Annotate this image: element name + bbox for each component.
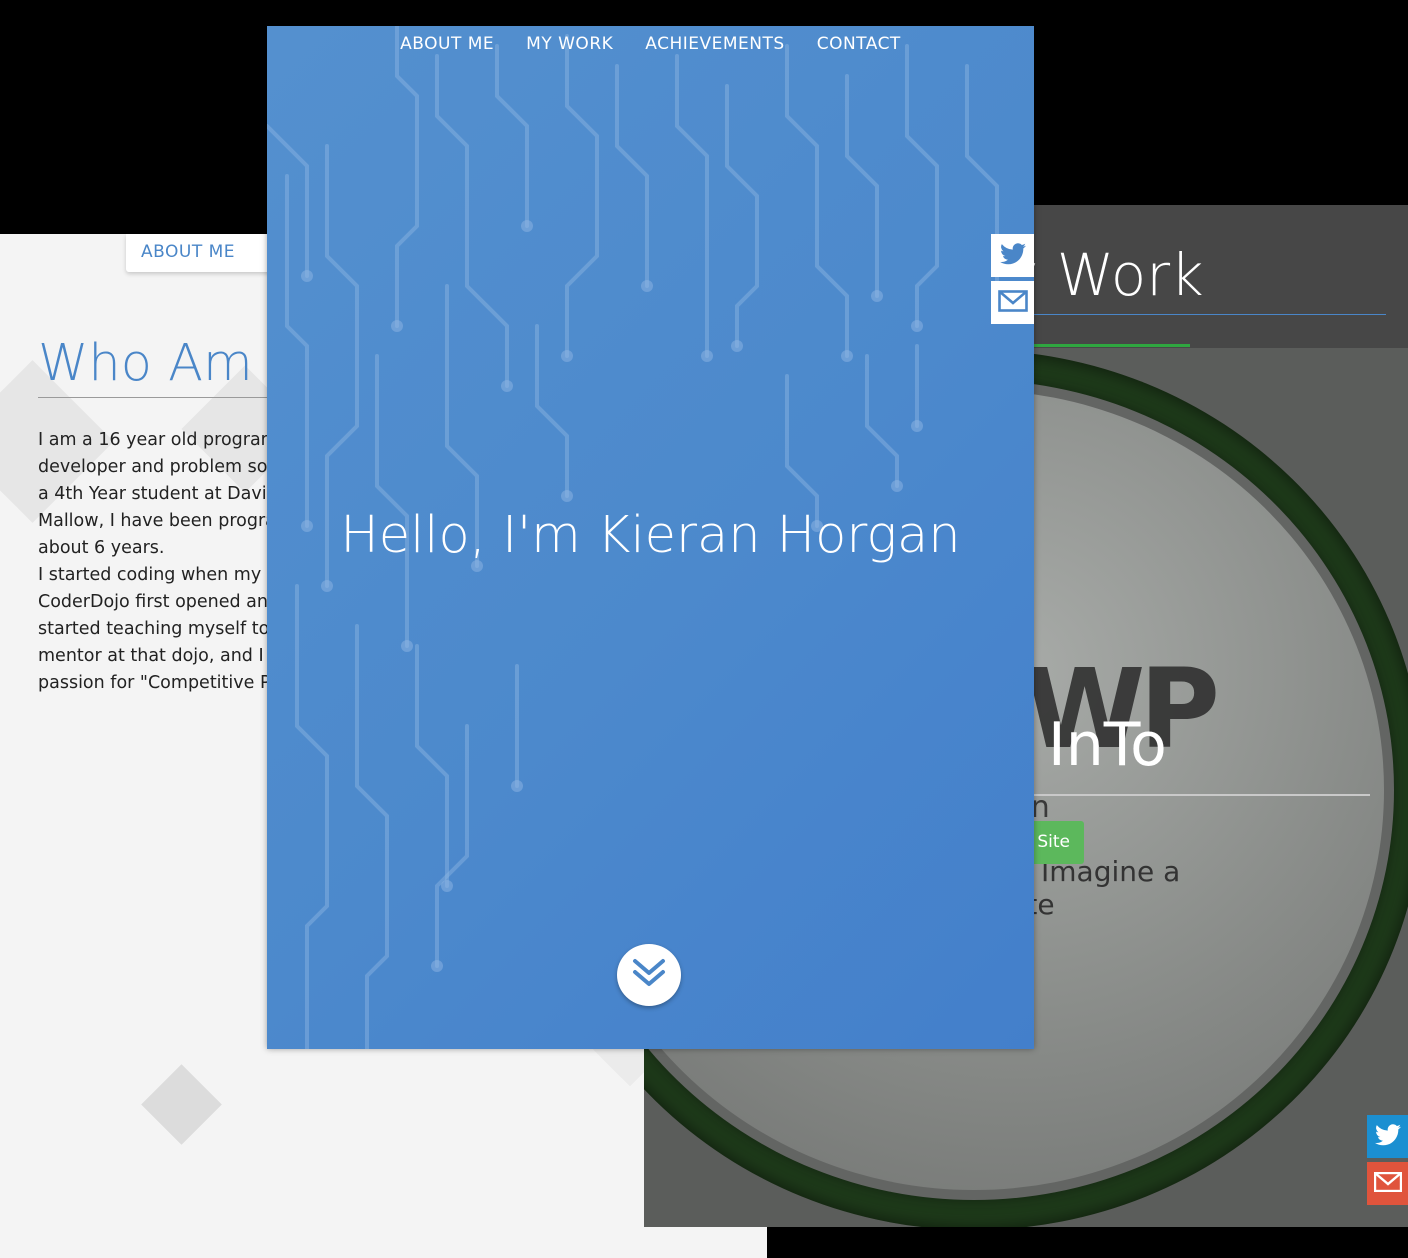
project-title-divider xyxy=(1004,794,1370,796)
nav-about-me[interactable]: ABOUT ME xyxy=(141,242,235,262)
nav-contact[interactable]: CONTACT xyxy=(817,34,901,54)
twitter-icon xyxy=(999,242,1026,269)
work-mail-button[interactable] xyxy=(1367,1162,1408,1205)
twitter-icon xyxy=(1374,1123,1401,1150)
work-title-divider xyxy=(1004,314,1386,315)
hero-twitter-button[interactable] xyxy=(991,234,1034,277)
hero-page: ABOUT ME MY WORK ACHIEVEMENTS CONTACT He… xyxy=(267,26,1034,1049)
project-title: InTo xyxy=(1048,710,1167,780)
mail-icon xyxy=(997,289,1028,316)
hero-title: Hello, I'm Kieran Horgan xyxy=(340,506,961,565)
nav-achievements[interactable]: ACHIEVEMENTS xyxy=(645,34,784,54)
double-chevron-down-icon xyxy=(632,958,666,992)
work-twitter-button[interactable] xyxy=(1367,1115,1408,1158)
scroll-down-button[interactable] xyxy=(617,944,681,1006)
decor-diamond xyxy=(141,1064,222,1145)
mail-icon xyxy=(1373,1171,1402,1196)
hero-mail-button[interactable] xyxy=(991,281,1034,324)
hero-navbar: ABOUT ME MY WORK ACHIEVEMENTS CONTACT xyxy=(267,34,1034,54)
nav-my-work[interactable]: MY WORK xyxy=(526,34,613,54)
nav-about-me[interactable]: ABOUT ME xyxy=(400,34,494,54)
